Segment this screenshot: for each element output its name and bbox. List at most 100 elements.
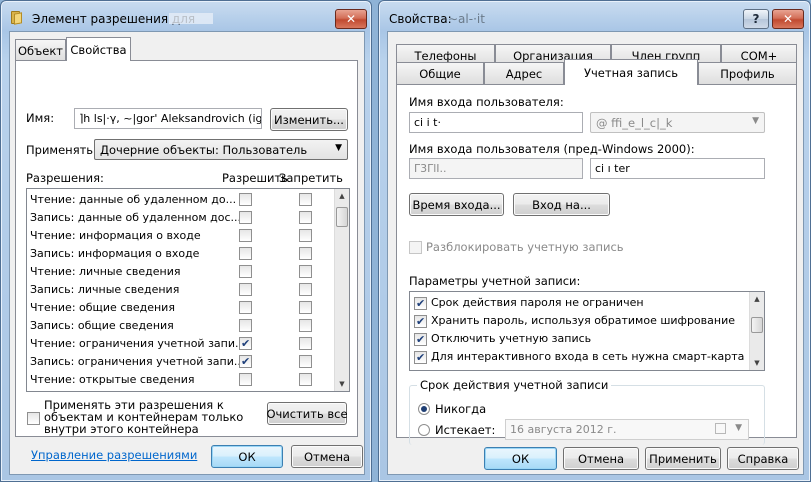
allow-checkbox[interactable] xyxy=(239,283,252,296)
tab-general[interactable]: Общие xyxy=(396,62,484,84)
chevron-down-icon: ▼ xyxy=(752,116,759,126)
deny-checkbox[interactable] xyxy=(299,301,312,314)
allow-checkbox[interactable] xyxy=(239,335,252,353)
tab-properties[interactable]: Свойства xyxy=(66,37,131,61)
ok-button[interactable]: ОК xyxy=(484,447,557,470)
apply-button[interactable]: Применить xyxy=(645,447,721,470)
title-bar[interactable]: Свойства: ∼al-·it ? ✕ xyxy=(379,1,810,31)
allow-checkbox[interactable] xyxy=(239,301,252,314)
account-option-label: Для интерактивного входа в сеть нужна см… xyxy=(431,350,745,363)
deny-checkbox[interactable] xyxy=(299,319,312,332)
logon-hours-button[interactable]: Время входа... xyxy=(409,193,504,216)
allow-checkbox[interactable] xyxy=(239,193,252,206)
chevron-down-icon: ▼ xyxy=(335,143,342,153)
scroll-down-icon[interactable]: ▼ xyxy=(335,377,349,391)
permission-row[interactable]: Чтение: данные об удаленном до... xyxy=(27,191,335,209)
help-button[interactable]: Справка xyxy=(727,447,799,470)
never-radio[interactable] xyxy=(418,403,430,415)
tab-account[interactable]: Учетная запись xyxy=(564,59,698,85)
apply-inside-checkbox[interactable] xyxy=(27,412,40,425)
name-field[interactable]: ⌉h ls|·γ, ~|gor' Aleksandrovich (igor.l xyxy=(74,108,262,129)
options-scrollbar[interactable]: ▲ ▼ xyxy=(749,292,764,370)
expires-date-picker[interactable]: 16 августа 2012 г. ▼ xyxy=(505,419,749,440)
scroll-thumb[interactable] xyxy=(751,317,763,333)
scroll-up-icon[interactable]: ▲ xyxy=(335,189,349,203)
cancel-button[interactable]: Отмена xyxy=(291,445,363,468)
logon-to-label: Вход на... xyxy=(532,197,591,212)
manage-permissions-link[interactable]: Управление разрешениями xyxy=(31,448,197,462)
scroll-thumb[interactable] xyxy=(336,207,348,227)
account-option-checkbox[interactable] xyxy=(414,331,427,349)
allow-checkbox[interactable] xyxy=(239,211,252,224)
tab-object[interactable]: Объект xyxy=(15,39,66,61)
apply-to-select[interactable]: Дочерние объекты: Пользователь ▼ xyxy=(94,139,348,160)
pre2000-user-field[interactable]: ci ı ter xyxy=(590,158,765,179)
account-option-checkbox[interactable] xyxy=(414,313,427,331)
account-option-row[interactable]: Для интерактивного входа в сеть нужна см… xyxy=(414,348,745,367)
close-button[interactable]: ✕ xyxy=(772,9,804,29)
permission-row[interactable]: Запись: информация о входе xyxy=(27,245,335,263)
logon-name-field[interactable]: ci i t· xyxy=(409,112,583,133)
account-option-row[interactable]: Срок действия пароля не ограничен xyxy=(414,294,644,313)
user-properties-window: Свойства: ∼al-·it ? ✕ Телефоны Организац… xyxy=(378,0,811,482)
deny-checkbox[interactable] xyxy=(299,283,312,296)
logon-to-button[interactable]: Вход на... xyxy=(513,193,610,216)
deny-checkbox[interactable] xyxy=(299,265,312,278)
expires-radio[interactable] xyxy=(418,424,430,436)
permission-name: Запись: личные сведения xyxy=(30,283,180,296)
allow-checkbox[interactable] xyxy=(239,319,252,332)
account-options-list[interactable]: Срок действия пароля не ограничен Хранить… xyxy=(409,291,765,371)
upn-suffix-select[interactable]: @ ffi_e_l_c|_k ▼ xyxy=(590,112,765,133)
permission-row[interactable]: Чтение: общие сведения xyxy=(27,299,335,317)
allow-checkbox[interactable] xyxy=(239,353,252,371)
deny-checkbox[interactable] xyxy=(299,193,312,206)
scroll-down-icon[interactable]: ▼ xyxy=(750,356,764,370)
deny-checkbox[interactable] xyxy=(299,247,312,260)
permission-row[interactable]: Запись: данные об удаленном дос... xyxy=(27,209,335,227)
scroll-up-icon[interactable]: ▲ xyxy=(750,292,764,306)
account-option-row[interactable]: Отключить учетную запись xyxy=(414,330,591,349)
account-option-row[interactable]: Хранить пароль, используя обратимое шифр… xyxy=(414,312,735,331)
clear-all-button[interactable]: Очистить все xyxy=(266,402,348,425)
help-icon[interactable]: ? xyxy=(743,9,769,29)
deny-checkbox[interactable] xyxy=(299,337,312,350)
never-label: Никогда xyxy=(435,402,487,416)
cancel-label: Отмена xyxy=(577,451,625,466)
permission-row[interactable]: Запись: ограничения учетной запи... xyxy=(27,353,335,371)
account-option-checkbox[interactable] xyxy=(414,349,427,367)
permission-row[interactable]: Запись: общие сведения xyxy=(27,317,335,335)
title-bar[interactable]: Элемент разрешения для ✕ xyxy=(1,1,371,31)
permissions-scrollbar[interactable]: ▲ ▼ xyxy=(334,189,349,391)
permission-row[interactable]: Запись: личные сведения xyxy=(27,281,335,299)
apply-label: Применять: xyxy=(26,143,97,157)
allow-checkbox[interactable] xyxy=(239,373,252,386)
permissions-list[interactable]: Чтение: данные об удаленном до... Запись:… xyxy=(26,188,350,392)
deny-checkbox[interactable] xyxy=(299,211,312,224)
cancel-button[interactable]: Отмена xyxy=(563,447,639,470)
permission-row[interactable]: Чтение: открытые сведения xyxy=(27,371,335,389)
deny-checkbox[interactable] xyxy=(299,229,312,242)
account-option-label: Срок действия пароля не ограничен xyxy=(431,296,644,309)
allow-checkbox[interactable] xyxy=(239,265,252,278)
permission-row[interactable]: Чтение: ограничения учетной запи... xyxy=(27,335,335,353)
account-panel: Имя входа пользователя: ci i t· @ ffi_e_… xyxy=(396,84,797,445)
deny-checkbox[interactable] xyxy=(299,355,312,368)
dialog-client: Телефоны Организация Член групп COM+ Общ… xyxy=(387,31,804,475)
change-button[interactable]: Изменить... xyxy=(270,108,348,131)
unlock-checkbox[interactable] xyxy=(409,241,422,254)
upn-suffix-value: @ ffi_e_l_c|_k xyxy=(596,116,673,130)
allow-checkbox[interactable] xyxy=(239,229,252,242)
deny-checkbox[interactable] xyxy=(299,373,312,386)
permissions-label: Разрешения: xyxy=(26,171,104,185)
ok-button[interactable]: ОК xyxy=(211,445,283,468)
tab-address[interactable]: Адрес xyxy=(484,62,564,84)
folder-icon xyxy=(11,11,25,25)
close-button[interactable]: ✕ xyxy=(335,9,367,29)
permission-row[interactable]: Чтение: личные сведения xyxy=(27,263,335,281)
account-option-checkbox[interactable] xyxy=(414,295,427,313)
tab-profile[interactable]: Профиль xyxy=(698,62,797,84)
permission-row[interactable]: Чтение: информация о входе xyxy=(27,227,335,245)
permission-name: Чтение: общие сведения xyxy=(30,301,175,314)
deny-column-header: Запретить xyxy=(279,171,343,185)
allow-checkbox[interactable] xyxy=(239,247,252,260)
